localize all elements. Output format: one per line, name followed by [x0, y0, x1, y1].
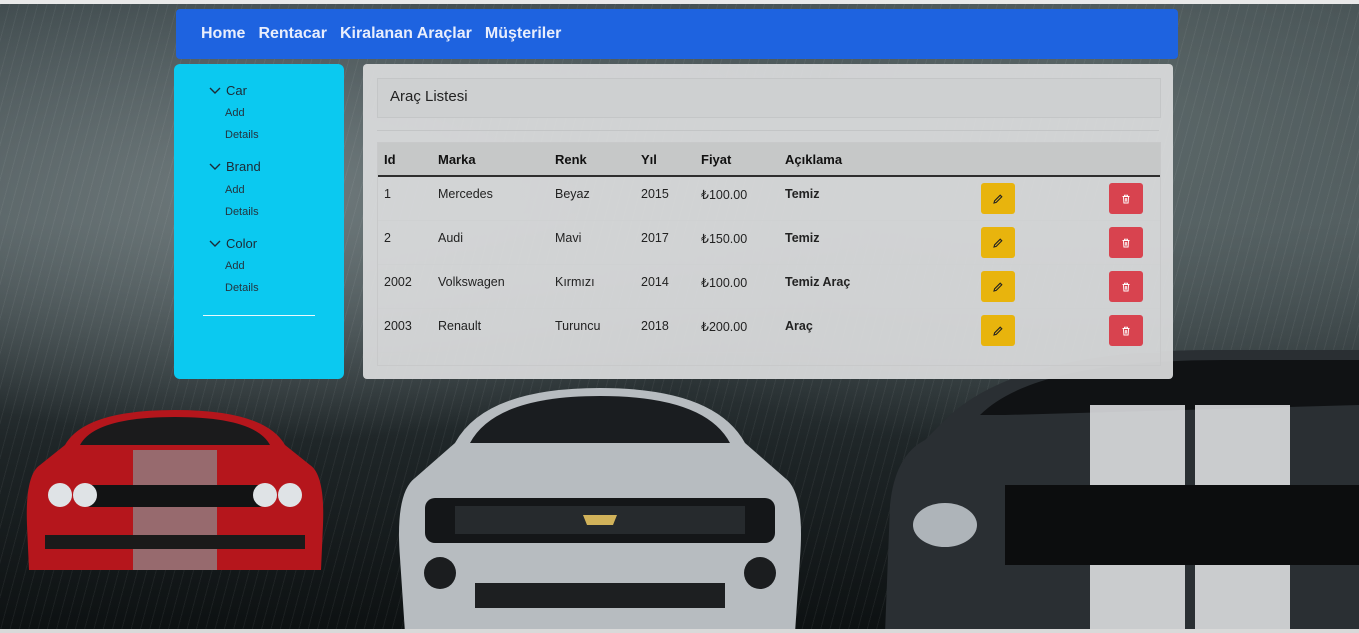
- sidebar-item-color-details[interactable]: Details: [225, 282, 259, 294]
- sidebar-item-brand-details[interactable]: Details: [225, 206, 259, 218]
- table-row: 2003 Renault Turuncu 2018 ₺200.00 Araç: [378, 308, 1160, 353]
- pencil-icon: [993, 281, 1003, 292]
- sidebar-group-label: Car: [226, 82, 247, 98]
- cell-id: 1: [384, 187, 391, 201]
- cell-price: ₺100.00: [701, 188, 748, 202]
- table-header-row: Id Marka Renk Yıl Fiyat Açıklama: [378, 143, 1160, 177]
- column-header-year: Yıl: [641, 143, 701, 177]
- delete-button[interactable]: [1109, 227, 1143, 258]
- table-row: 1 Mercedes Beyaz 2015 ₺100.00 Temiz: [378, 176, 1160, 221]
- sidebar-group-label: Brand: [226, 158, 261, 174]
- chevron-down-icon: [209, 87, 221, 94]
- silver-car-image: [399, 388, 801, 633]
- trash-icon: [1122, 238, 1130, 247]
- column-header-color: Renk: [555, 143, 641, 177]
- pencil-icon: [993, 325, 1003, 336]
- table-row: 2002 Volkswagen Kırmızı 2014 ₺100.00 Tem…: [378, 264, 1160, 309]
- sidebar-item-car-add[interactable]: Add: [225, 107, 245, 119]
- cell-price: ₺150.00: [701, 232, 748, 246]
- column-header-edit: [940, 143, 1068, 177]
- cell-brand: Mercedes: [438, 187, 493, 201]
- trash-icon: [1122, 282, 1130, 291]
- edit-button[interactable]: [981, 271, 1015, 302]
- cell-year: 2015: [641, 187, 669, 201]
- column-header-delete: [1068, 143, 1160, 177]
- top-navbar: Home Rentacar Kiralanan Araçlar Müşteril…: [176, 9, 1178, 59]
- panel-header: Araç Listesi: [377, 78, 1161, 118]
- cell-color: Turuncu: [555, 319, 601, 333]
- sidebar-item-color-add[interactable]: Add: [225, 260, 245, 272]
- sidebar-group-brand[interactable]: Brand: [209, 157, 261, 175]
- cell-brand: Renault: [438, 319, 482, 333]
- sidebar-divider: [203, 315, 315, 316]
- edit-button[interactable]: [981, 315, 1015, 346]
- black-car-image: [885, 350, 1359, 633]
- sidebar-group-car[interactable]: Car: [209, 81, 247, 99]
- chevron-down-icon: [209, 240, 221, 247]
- sidebar-item-car-details[interactable]: Details: [225, 129, 259, 141]
- chevron-down-icon: [209, 163, 221, 170]
- delete-button[interactable]: [1109, 183, 1143, 214]
- car-list-panel: Araç Listesi Id Marka Renk Yıl Fiyat Açı…: [363, 64, 1173, 379]
- nav-rentacar[interactable]: Rentacar: [258, 25, 326, 43]
- cell-brand: Audi: [438, 231, 464, 245]
- sidebar-group-label: Color: [226, 235, 258, 251]
- cell-brand: Volkswagen: [438, 275, 505, 289]
- bottom-strip: [0, 629, 1359, 633]
- cell-color: Kırmızı: [555, 275, 595, 289]
- cell-price: ₺200.00: [701, 320, 748, 334]
- cell-description: Temiz Araç: [785, 275, 851, 289]
- column-header-description: Açıklama: [785, 143, 940, 177]
- cell-id: 2: [384, 231, 391, 245]
- cell-description: Temiz: [785, 231, 820, 245]
- cell-year: 2017: [641, 231, 669, 245]
- delete-button[interactable]: [1109, 271, 1143, 302]
- delete-button[interactable]: [1109, 315, 1143, 346]
- cell-id: 2002: [384, 275, 412, 289]
- sidebar-group-color[interactable]: Color: [209, 234, 257, 252]
- cell-year: 2014: [641, 275, 669, 289]
- divider: [377, 130, 1159, 131]
- red-car-image: [26, 410, 324, 570]
- edit-button[interactable]: [981, 227, 1015, 258]
- column-header-id: Id: [378, 143, 438, 177]
- cell-year: 2018: [641, 319, 669, 333]
- column-header-price: Fiyat: [701, 143, 785, 177]
- cell-color: Beyaz: [555, 187, 590, 201]
- sidebar: Car Add Details Brand Add Details Color …: [174, 64, 344, 379]
- cell-price: ₺100.00: [701, 276, 748, 290]
- sidebar-item-brand-add[interactable]: Add: [225, 184, 245, 196]
- nav-home[interactable]: Home: [201, 25, 245, 43]
- cell-description: Araç: [785, 319, 813, 333]
- nav-customers[interactable]: Müşteriler: [485, 25, 561, 43]
- cell-description: Temiz: [785, 187, 820, 201]
- nav-rented-cars[interactable]: Kiralanan Araçlar: [340, 25, 472, 43]
- edit-button[interactable]: [981, 183, 1015, 214]
- panel-title: Araç Listesi: [390, 88, 468, 105]
- pencil-icon: [993, 237, 1003, 248]
- table-row: 2 Audi Mavi 2017 ₺150.00 Temiz: [378, 220, 1160, 265]
- pencil-icon: [993, 193, 1003, 204]
- column-header-brand: Marka: [438, 143, 555, 177]
- cell-id: 2003: [384, 319, 412, 333]
- car-table: Id Marka Renk Yıl Fiyat Açıklama 1 Merce…: [377, 142, 1161, 366]
- trash-icon: [1122, 326, 1130, 335]
- cell-color: Mavi: [555, 231, 582, 245]
- trash-icon: [1122, 194, 1130, 203]
